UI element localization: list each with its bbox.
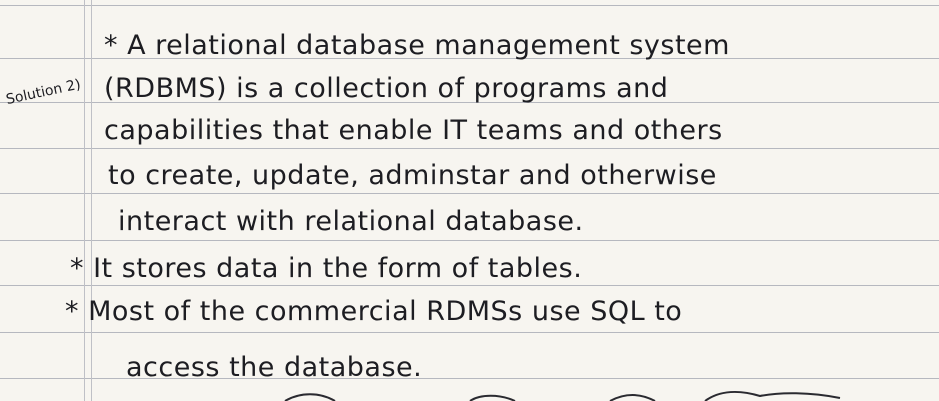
notebook-page: Solution 2) * A relational database mana…: [0, 0, 939, 401]
cut-off-handwriting: [284, 391, 841, 401]
